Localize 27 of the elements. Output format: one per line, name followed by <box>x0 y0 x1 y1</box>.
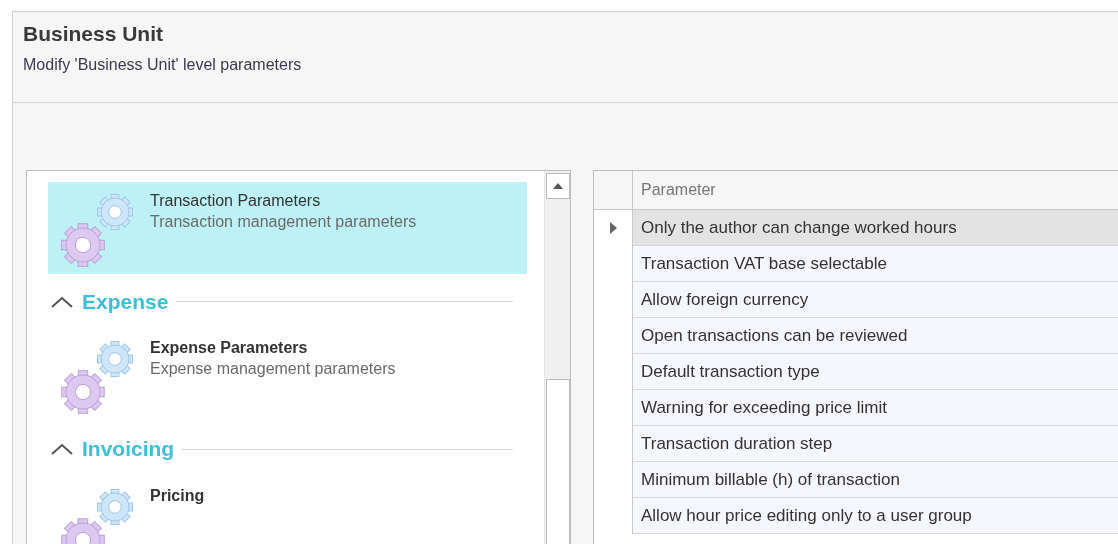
table-cell[interactable]: Allow foreign currency <box>633 282 1118 318</box>
up-arrow-icon <box>552 183 563 189</box>
collapse-caret-icon[interactable] <box>50 294 74 309</box>
scroll-thumb[interactable] <box>545 379 570 544</box>
parameter-category-item[interactable]: Pricing <box>48 476 527 544</box>
table-cell[interactable]: Allow hour price editing only to a user group <box>633 498 1118 534</box>
table-cell[interactable]: Transaction duration step <box>633 426 1118 462</box>
parameter-category-item[interactable]: Transaction Parameters Transaction management parameters <box>48 182 527 275</box>
collapse-caret-icon[interactable] <box>50 442 74 457</box>
group-title: Expense <box>82 289 169 314</box>
page-subtitle: Modify 'Business Unit' level parameters <box>23 56 303 74</box>
table-cell[interactable]: Only the author can change worked hours <box>633 210 1118 246</box>
page-title: Business Unit <box>23 22 165 46</box>
scrollbar[interactable] <box>544 171 570 544</box>
category-title: Transaction Parameters <box>150 192 322 210</box>
table-cell[interactable]: Minimum billable (h) of transaction <box>633 462 1118 498</box>
category-title: Expense Parameters <box>150 339 309 358</box>
table-cell[interactable]: Open transactions can be reviewed <box>633 318 1118 354</box>
scroll-up-button[interactable] <box>545 173 570 199</box>
parameter-category-item[interactable]: Expense Parameters Expense management parameters <box>48 329 527 422</box>
category-title: Pricing <box>150 486 205 505</box>
table-cell[interactable]: Warning for exceeding price limit <box>633 390 1118 426</box>
category-description: Expense management parameters <box>150 360 396 379</box>
table-cell[interactable]: Default transaction type <box>633 354 1118 390</box>
table-cell[interactable]: Transaction VAT base selectable <box>633 246 1118 282</box>
group-title: Invoicing <box>82 437 175 462</box>
category-description: Transaction management parameters <box>150 213 417 231</box>
